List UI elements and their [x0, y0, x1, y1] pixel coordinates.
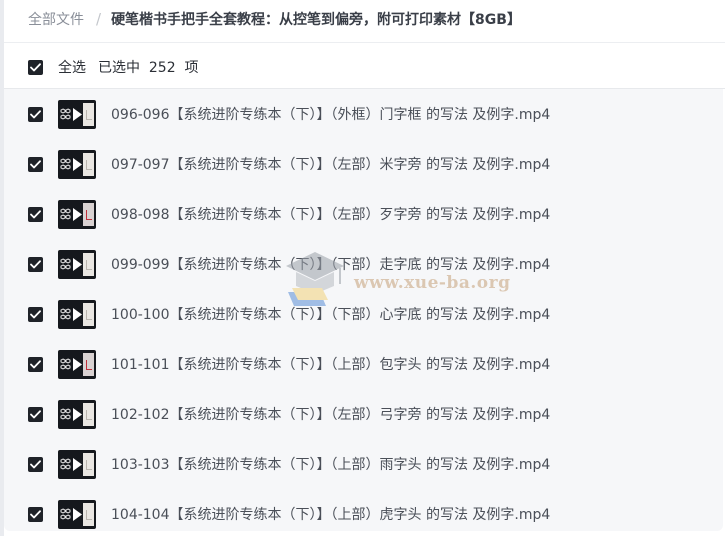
video-thumbnail-icon[interactable]: [58, 399, 96, 429]
file-name[interactable]: 097-097【系统进阶专练本（下）】（左部）米字旁 的写法 及例字.mp4: [111, 154, 550, 174]
breadcrumb-root-link[interactable]: 全部文件: [28, 9, 84, 29]
file-name[interactable]: 098-098【系统进阶专练本（下）】（左部）歹字旁 的写法 及例字.mp4: [111, 204, 550, 224]
list-item[interactable]: 096-096【系统进阶专练本（下）】（外框）门字框 的写法 及例字.mp4: [4, 89, 723, 139]
header-divider: [4, 42, 725, 43]
breadcrumb: 全部文件 / 硬笔楷书手把手全套教程：从控笔到偏旁，附可打印素材【8GB】: [28, 0, 521, 38]
file-browser-page: 全部文件 / 硬笔楷书手把手全套教程：从控笔到偏旁，附可打印素材【8GB】 全选…: [0, 0, 725, 536]
list-item[interactable]: 101-101【系统进阶专练本（下）】（上部）包字头 的写法 及例字.mp4: [4, 339, 723, 389]
file-name[interactable]: 101-101【系统进阶专练本（下）】（上部）包字头 的写法 及例字.mp4: [111, 354, 550, 374]
check-icon: [30, 459, 41, 468]
row-checkbox[interactable]: [28, 406, 43, 422]
row-checkbox[interactable]: [28, 106, 43, 122]
breadcrumb-current-folder: 硬笔楷书手把手全套教程：从控笔到偏旁，附可打印素材【8GB】: [111, 12, 521, 28]
selection-bar: 全选 已选中 252 项: [28, 56, 199, 78]
row-checkbox[interactable]: [28, 506, 43, 522]
check-icon: [30, 62, 41, 71]
row-checkbox[interactable]: [28, 356, 43, 372]
select-all-label[interactable]: 全选: [58, 57, 86, 77]
row-checkbox[interactable]: [28, 456, 43, 472]
list-item[interactable]: 099-099【系统进阶专练本（下）】（下部）走字底 的写法 及例字.mp4: [4, 239, 723, 289]
file-name[interactable]: 096-096【系统进阶专练本（下）】（外框）门字框 的写法 及例字.mp4: [111, 104, 550, 124]
list-item[interactable]: 103-103【系统进阶专练本（下）】（上部）雨字头 的写法 及例字.mp4: [4, 439, 723, 489]
video-thumbnail-icon[interactable]: [58, 299, 96, 329]
video-thumbnail-icon[interactable]: [58, 449, 96, 479]
breadcrumb-separator: /: [96, 10, 102, 28]
check-icon: [30, 309, 41, 318]
video-thumbnail-icon[interactable]: [58, 99, 96, 129]
select-all-checkbox[interactable]: [28, 59, 43, 75]
video-thumbnail-icon[interactable]: [58, 349, 96, 379]
list-item[interactable]: 098-098【系统进阶专练本（下）】（左部）歹字旁 的写法 及例字.mp4: [4, 189, 723, 239]
file-name[interactable]: 100-100【系统进阶专练本（下）】（下部）心字底 的写法 及例字.mp4: [111, 304, 550, 324]
list-item[interactable]: 100-100【系统进阶专练本（下）】（下部）心字底 的写法 及例字.mp4: [4, 289, 723, 339]
row-checkbox[interactable]: [28, 256, 43, 272]
check-icon: [30, 409, 41, 418]
check-icon: [30, 109, 41, 118]
row-checkbox[interactable]: [28, 156, 43, 172]
file-name[interactable]: 099-099【系统进阶专练本（下）】（下部）走字底 的写法 及例字.mp4: [111, 254, 550, 274]
file-name[interactable]: 102-102【系统进阶专练本（下）】（左部）弓字旁 的写法 及例字.mp4: [111, 404, 550, 424]
check-icon: [30, 209, 41, 218]
file-name[interactable]: 104-104【系统进阶专练本（下）】（上部）虎字头 的写法 及例字.mp4: [111, 504, 550, 524]
row-checkbox[interactable]: [28, 206, 43, 222]
video-thumbnail-icon[interactable]: [58, 149, 96, 179]
video-thumbnail-icon[interactable]: [58, 499, 96, 529]
video-thumbnail-icon[interactable]: [58, 249, 96, 279]
check-icon: [30, 159, 41, 168]
file-list: 096-096【系统进阶专练本（下）】（外框）门字框 的写法 及例字.mp4 0…: [4, 89, 723, 531]
check-icon: [30, 509, 41, 518]
video-thumbnail-icon[interactable]: [58, 199, 96, 229]
list-item[interactable]: 102-102【系统进阶专练本（下）】（左部）弓字旁 的写法 及例字.mp4: [4, 389, 723, 439]
file-name[interactable]: 103-103【系统进阶专练本（下）】（上部）雨字头 的写法 及例字.mp4: [111, 454, 550, 474]
check-icon: [30, 359, 41, 368]
row-checkbox[interactable]: [28, 306, 43, 322]
selected-count-text: 已选中 252 项: [98, 60, 199, 76]
check-icon: [30, 259, 41, 268]
list-item[interactable]: 104-104【系统进阶专练本（下）】（上部）虎字头 的写法 及例字.mp4: [4, 489, 723, 531]
list-item[interactable]: 097-097【系统进阶专练本（下）】（左部）米字旁 的写法 及例字.mp4: [4, 139, 723, 189]
